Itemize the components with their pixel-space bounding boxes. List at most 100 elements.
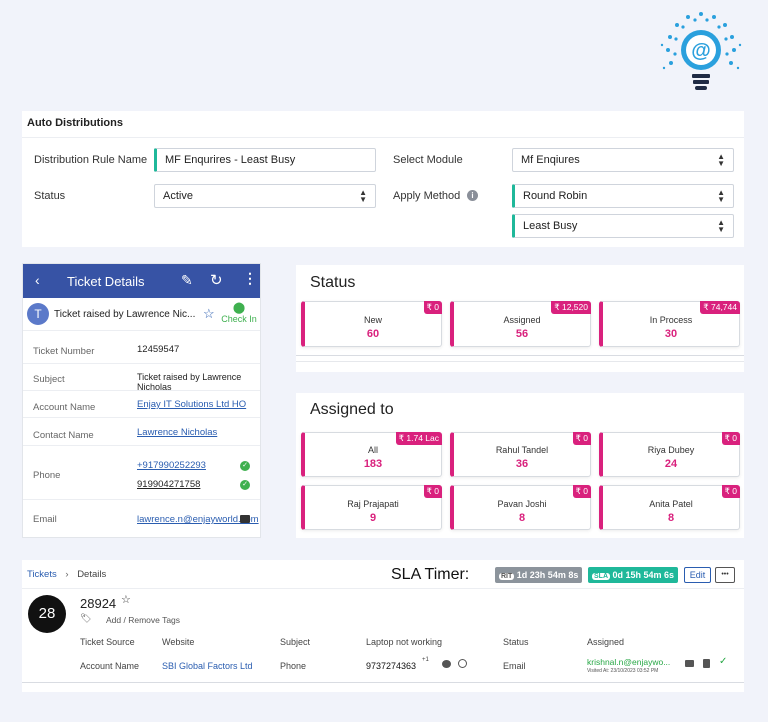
amount-badge: ₹ 0 bbox=[423, 301, 442, 314]
status-box-new[interactable]: ₹ 0 New 60 bbox=[301, 301, 442, 347]
verified-check-icon: ✓ bbox=[240, 480, 250, 490]
subject-value: Ticket raised by Lawrence Nicholas bbox=[137, 372, 242, 392]
col-header-status: Status bbox=[503, 637, 529, 647]
phone-label: Phone bbox=[33, 470, 61, 481]
assigned-box-raj[interactable]: ₹ 0 Raj Prajapati 9 bbox=[301, 485, 442, 530]
account-name-link[interactable]: Enjay IT Solutions Ltd HO bbox=[137, 399, 246, 410]
info-icon[interactable]: i bbox=[467, 190, 478, 201]
sla-tag: SLA bbox=[592, 573, 610, 580]
divider bbox=[23, 499, 260, 500]
assignee-label: Pavan Joshi bbox=[497, 499, 547, 509]
status-box-count: 30 bbox=[664, 328, 678, 340]
breadcrumb: Tickets › Details bbox=[27, 569, 106, 580]
col-header-laptop: Laptop not working bbox=[366, 637, 443, 647]
col-header-subject: Subject bbox=[280, 637, 311, 647]
add-remove-tags-link[interactable]: Add / Remove Tags bbox=[106, 615, 180, 625]
col-header-ticket-source: Ticket Source bbox=[80, 637, 135, 647]
rule-name-label: Distribution Rule Name bbox=[34, 154, 148, 166]
sla-timer-badge: SLA 0d 15h 54m 6s bbox=[588, 567, 679, 583]
ticket-number-value: 12459547 bbox=[137, 344, 180, 355]
apply-submethod-select[interactable]: Least Busy ▲ ▼ bbox=[512, 214, 734, 238]
assigned-box-riya[interactable]: ₹ 0 Riya Dubey 24 bbox=[599, 432, 740, 477]
mail-icon[interactable] bbox=[685, 660, 694, 667]
avatar: T bbox=[27, 303, 49, 325]
sla-time: 0d 15h 54m 6s bbox=[612, 570, 675, 580]
module-label: Select Module bbox=[393, 154, 463, 166]
more-vertical-icon[interactable]: ⋮ bbox=[243, 270, 257, 287]
status-box-assigned[interactable]: ₹ 12,520 Assigned 56 bbox=[450, 301, 591, 347]
amount-badge: ₹ 0 bbox=[423, 485, 442, 498]
svg-text:@: @ bbox=[691, 40, 711, 62]
star-icon[interactable]: ☆ bbox=[203, 306, 215, 322]
status-box-in-process[interactable]: ₹ 74,744 In Process 30 bbox=[599, 301, 740, 347]
divider bbox=[22, 682, 744, 683]
status-title: Status bbox=[310, 274, 356, 291]
assigned-box-anita[interactable]: ₹ 0 Anita Patel 8 bbox=[599, 485, 740, 530]
mail-icon[interactable] bbox=[240, 515, 250, 523]
checkin-label: Check In bbox=[221, 314, 257, 324]
rit-time: 1d 23h 54m 8s bbox=[516, 570, 579, 580]
whatsapp-icon[interactable] bbox=[458, 659, 467, 668]
edit-icon[interactable]: ✎ bbox=[181, 272, 193, 289]
amount-badge: ₹ 12,520 bbox=[551, 301, 591, 314]
ticket-subject-line: Ticket raised by Lawrence Nic... bbox=[54, 309, 196, 320]
status-box-count: 60 bbox=[366, 328, 380, 340]
divider bbox=[296, 361, 744, 362]
back-icon[interactable]: ‹ bbox=[35, 272, 40, 288]
status-value: Active bbox=[163, 190, 193, 202]
visited-at: Visited At: 23/10/2023 03:52 PM bbox=[587, 668, 659, 674]
status-box-count: 56 bbox=[515, 328, 529, 340]
assigned-title: Assigned to bbox=[310, 401, 394, 418]
assigned-box-all[interactable]: ₹ 1.74 Lac All 183 bbox=[301, 432, 442, 477]
rule-name-input[interactable]: MF Enqurires - Least Busy bbox=[154, 148, 376, 172]
phone-secondary-link[interactable]: 919904271758 bbox=[137, 479, 200, 490]
phone-primary-link[interactable]: +917990252293 bbox=[137, 460, 206, 471]
phone-country-sup: +1 bbox=[422, 657, 429, 663]
cell-website-link[interactable]: SBI Global Factors Ltd bbox=[162, 661, 253, 671]
refresh-icon[interactable]: ↻ bbox=[210, 271, 223, 289]
status-box-label: New bbox=[363, 315, 382, 325]
amount-badge: ₹ 1.74 Lac bbox=[395, 432, 442, 445]
assignee-count: 8 bbox=[518, 512, 526, 524]
amount-badge: ₹ 0 bbox=[721, 485, 740, 498]
divider bbox=[23, 330, 260, 331]
panel-title: Auto Distributions bbox=[27, 117, 123, 129]
divider bbox=[23, 417, 260, 418]
assignee-label: Anita Patel bbox=[649, 499, 693, 509]
sort-caret-icon: ▲ ▼ bbox=[359, 188, 367, 204]
col-header-website: Website bbox=[162, 637, 195, 647]
account-name-label: Account Name bbox=[33, 402, 96, 413]
amount-badge: ₹ 0 bbox=[721, 432, 740, 445]
divider bbox=[23, 390, 260, 391]
assignee-count: 24 bbox=[664, 458, 678, 470]
assignee-label: Raj Prajapati bbox=[347, 499, 399, 509]
assigned-email-link[interactable]: krishnal.n@enjaywo... bbox=[587, 657, 670, 667]
contact-name-link[interactable]: Lawrence Nicholas bbox=[137, 427, 217, 438]
ticket-details-panel: ‹ Ticket Details ✎ ↻ ⋮ T Ticket raised b… bbox=[22, 263, 261, 538]
ticket-header: ‹ Ticket Details ✎ ↻ ⋮ bbox=[23, 264, 260, 298]
checkin-button[interactable]: ⬤ Check In bbox=[220, 302, 258, 324]
email-label: Email bbox=[33, 514, 57, 525]
apply-method-value: Round Robin bbox=[523, 190, 588, 202]
more-options-button[interactable]: ••• bbox=[715, 567, 735, 583]
subject-label: Subject bbox=[33, 374, 65, 385]
assignee-count: 8 bbox=[667, 512, 675, 524]
divider bbox=[296, 355, 744, 356]
status-select[interactable]: Active ▲ ▼ bbox=[154, 184, 376, 208]
amount-badge: ₹ 74,744 bbox=[700, 301, 740, 314]
assigned-box-pavan[interactable]: ₹ 0 Pavan Joshi 8 bbox=[450, 485, 591, 530]
edit-button[interactable]: Edit bbox=[684, 567, 711, 583]
cell-phone: Phone bbox=[280, 661, 307, 671]
sort-caret-icon: ▲ ▼ bbox=[717, 152, 725, 168]
breadcrumb-tickets-link[interactable]: Tickets bbox=[27, 569, 57, 580]
apply-method-label: Apply Method bbox=[393, 190, 461, 202]
copy-icon[interactable] bbox=[703, 659, 710, 668]
chat-icon[interactable] bbox=[442, 660, 451, 668]
sla-timer-title: SLA Timer: bbox=[391, 566, 470, 583]
star-icon[interactable]: ☆ bbox=[121, 593, 131, 606]
assigned-box-rahul[interactable]: ₹ 0 Rahul Tandel 36 bbox=[450, 432, 591, 477]
module-select[interactable]: Mf Enqiures ▲ ▼ bbox=[512, 148, 734, 172]
assignee-label: Riya Dubey bbox=[647, 445, 695, 455]
sort-caret-icon: ▲ ▼ bbox=[717, 188, 725, 204]
apply-method-select[interactable]: Round Robin ▲ ▼ bbox=[512, 184, 734, 208]
